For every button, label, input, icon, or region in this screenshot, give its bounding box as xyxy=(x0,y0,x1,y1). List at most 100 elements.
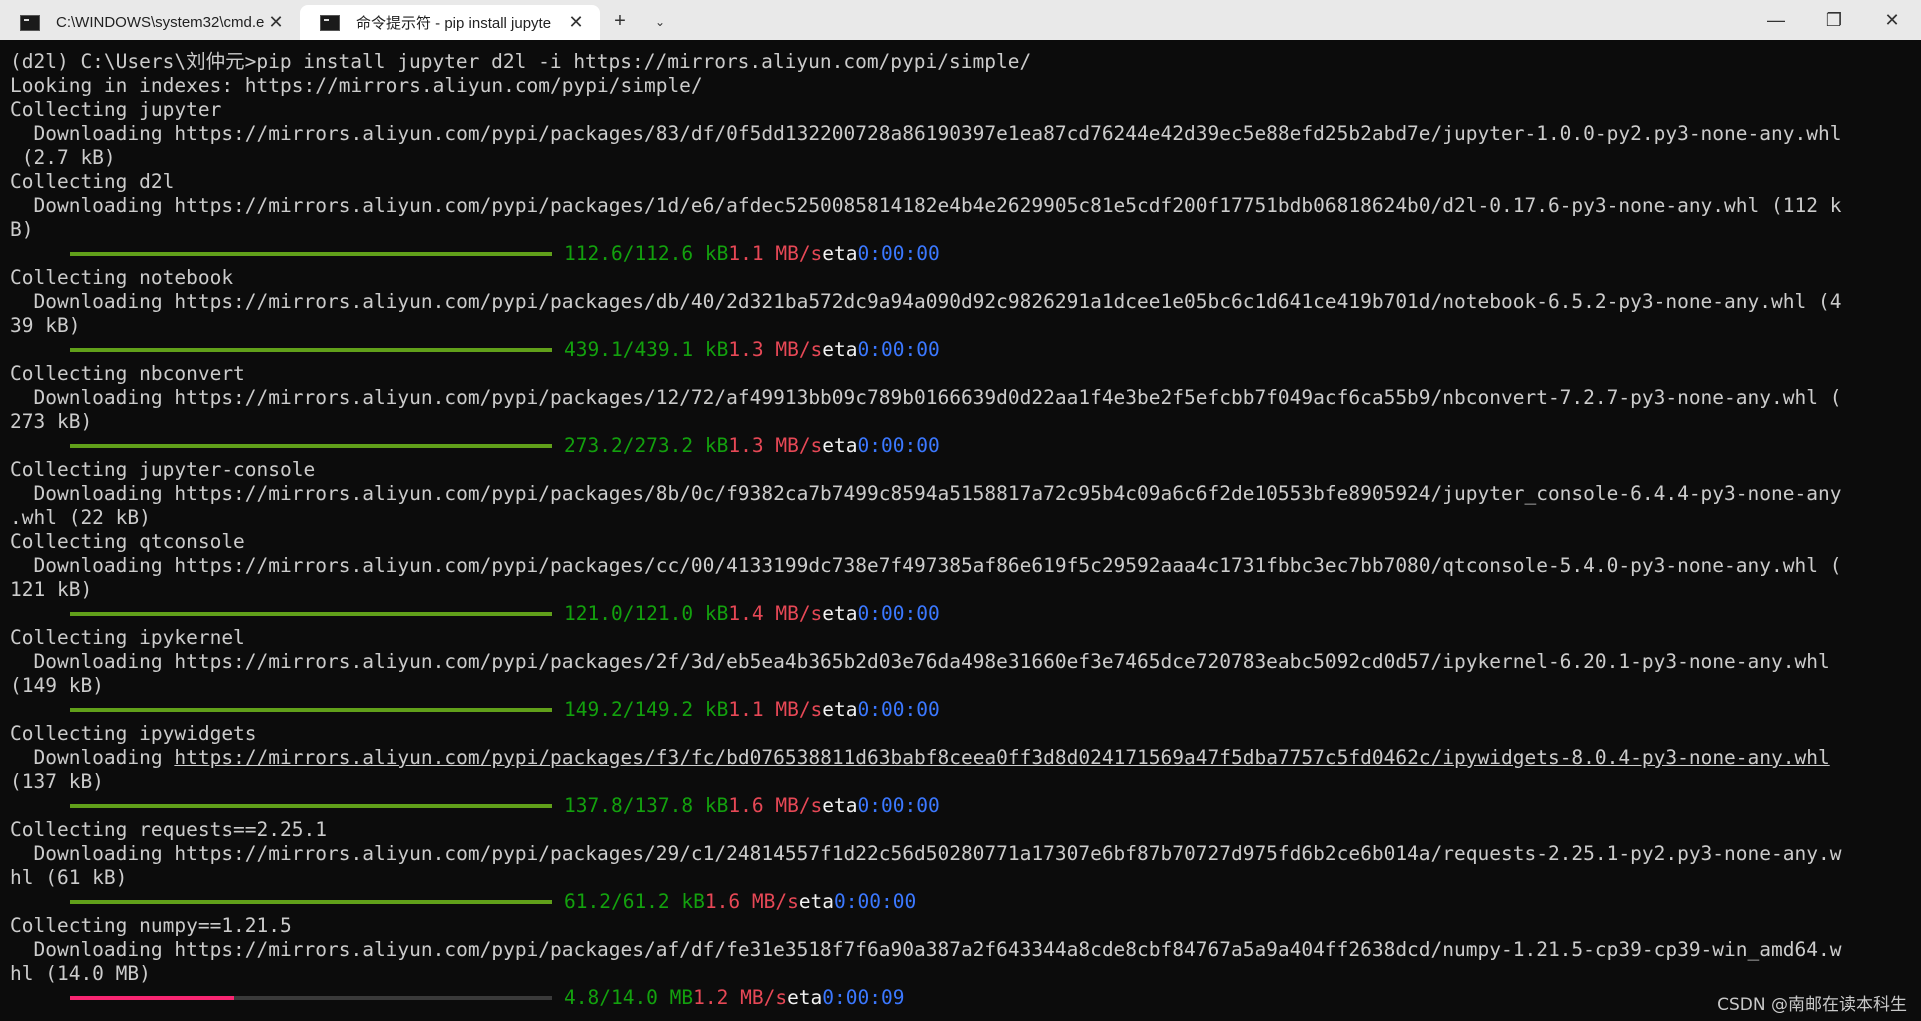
close-tab-icon[interactable]: ✕ xyxy=(264,12,288,33)
progress-line: 4.8/14.0 MB 1.2 MB/s eta 0:00:09 xyxy=(10,986,1841,1010)
terminal-line: (149 kB) xyxy=(10,674,104,697)
close-tab-icon[interactable]: ✕ xyxy=(564,12,588,33)
terminal-lines: (d2l) C:\Users\刘仲元>pip install jupyter d… xyxy=(10,50,1841,1010)
close-window-button[interactable]: ✕ xyxy=(1863,0,1921,40)
download-speed: 1.2 MB/s xyxy=(693,986,788,1009)
terminal-line: hl (14.0 MB) xyxy=(10,962,151,985)
progress-fill xyxy=(70,444,552,448)
progress-bar xyxy=(70,996,552,1000)
eta-label: eta xyxy=(822,794,858,817)
eta-value: 0:00:00 xyxy=(857,698,940,721)
terminal-line: Collecting d2l xyxy=(10,170,175,193)
progress-bar xyxy=(70,708,552,712)
terminal-line: (2.7 kB) xyxy=(10,146,116,169)
progress-fill xyxy=(70,348,552,352)
tab-title: 命令提示符 - pip install jupyte xyxy=(356,15,552,32)
terminal-line: .whl (22 kB) xyxy=(10,506,151,529)
terminal-line: 121 kB) xyxy=(10,578,93,601)
terminal-line: B) xyxy=(10,218,34,241)
progress-bar xyxy=(70,804,552,808)
terminal-line: Collecting requests==2.25.1 xyxy=(10,818,327,841)
tab-title: C:\WINDOWS\system32\cmd.e xyxy=(56,14,264,31)
eta-value: 0:00:00 xyxy=(857,794,940,817)
download-speed: 1.6 MB/s xyxy=(704,890,799,913)
eta-label: eta xyxy=(822,698,858,721)
terminal-line: Downloading https://mirrors.aliyun.com/p… xyxy=(10,482,1842,505)
download-speed: 1.4 MB/s xyxy=(728,602,823,625)
progress-line: 137.8/137.8 kB 1.6 MB/s eta 0:00:00 xyxy=(10,794,1841,818)
window-controls: — ❐ ✕ xyxy=(1747,0,1921,40)
watermark: CSDN @南邮在读本科生 xyxy=(1717,995,1907,1015)
download-speed: 1.1 MB/s xyxy=(728,698,823,721)
terminal-line: Downloading https://mirrors.aliyun.com/p… xyxy=(10,386,1842,409)
progress-line: 439.1/439.1 kB 1.3 MB/s eta 0:00:00 xyxy=(10,338,1841,362)
terminal-line: (d2l) C:\Users\刘仲元>pip install jupyter d… xyxy=(10,50,1032,73)
title-bar: C:\WINDOWS\system32\cmd.e ✕ 命令提示符 - pip … xyxy=(0,0,1921,40)
terminal-line: Collecting jupyter-console xyxy=(10,458,316,481)
terminal-line: Collecting qtconsole xyxy=(10,530,245,553)
download-size: 137.8/137.8 kB xyxy=(564,794,729,817)
terminal-output[interactable]: (d2l) C:\Users\刘仲元>pip install jupyter d… xyxy=(0,40,1921,1021)
terminal-line: Downloading https://mirrors.aliyun.com/p… xyxy=(10,290,1842,313)
progress-bar xyxy=(70,252,552,256)
download-speed: 1.3 MB/s xyxy=(728,338,823,361)
eta-label: eta xyxy=(822,338,858,361)
progress-bar xyxy=(70,612,552,616)
terminal-line: Downloading https://mirrors.aliyun.com/p… xyxy=(10,746,1841,770)
tab-cmd[interactable]: C:\WINDOWS\system32\cmd.e ✕ xyxy=(0,5,300,40)
terminal-line: Collecting nbconvert xyxy=(10,362,245,385)
eta-label: eta xyxy=(822,242,858,265)
terminal-line: Downloading https://mirrors.aliyun.com/p… xyxy=(10,938,1842,961)
progress-fill xyxy=(70,612,552,616)
terminal-line: 39 kB) xyxy=(10,314,81,337)
eta-value: 0:00:00 xyxy=(834,890,917,913)
eta-value: 0:00:00 xyxy=(857,602,940,625)
line-prefix: Downloading xyxy=(10,746,175,769)
download-size: 149.2/149.2 kB xyxy=(564,698,729,721)
progress-fill xyxy=(70,708,552,712)
download-speed: 1.6 MB/s xyxy=(728,794,823,817)
progress-fill xyxy=(70,252,552,256)
progress-fill xyxy=(70,996,234,1000)
progress-bar xyxy=(70,444,552,448)
download-size: 112.6/112.6 kB xyxy=(564,242,729,265)
download-speed: 1.1 MB/s xyxy=(728,242,823,265)
download-size: 61.2/61.2 kB xyxy=(564,890,705,913)
eta-label: eta xyxy=(822,434,858,457)
progress-line: 61.2/61.2 kB 1.6 MB/s eta 0:00:00 xyxy=(10,890,1841,914)
eta-label: eta xyxy=(787,986,823,1009)
scrollbar[interactable] xyxy=(1913,40,1921,1021)
terminal-line: Downloading https://mirrors.aliyun.com/p… xyxy=(10,194,1842,217)
terminal-icon xyxy=(20,14,40,31)
download-size: 439.1/439.1 kB xyxy=(564,338,729,361)
minimize-button[interactable]: — xyxy=(1747,0,1805,40)
terminal-line: Looking in indexes: https://mirrors.aliy… xyxy=(10,74,703,97)
download-size: 121.0/121.0 kB xyxy=(564,602,729,625)
eta-label: eta xyxy=(822,602,858,625)
terminal-line: Downloading https://mirrors.aliyun.com/p… xyxy=(10,122,1842,145)
download-size: 273.2/273.2 kB xyxy=(564,434,729,457)
new-tab-button[interactable]: + xyxy=(600,3,640,40)
progress-line: 121.0/121.0 kB 1.4 MB/s eta 0:00:00 xyxy=(10,602,1841,626)
tab-pip-install[interactable]: 命令提示符 - pip install jupyte ✕ xyxy=(300,5,600,40)
progress-line: 149.2/149.2 kB 1.1 MB/s eta 0:00:00 xyxy=(10,698,1841,722)
eta-value: 0:00:00 xyxy=(857,242,940,265)
eta-value: 0:00:09 xyxy=(822,986,905,1009)
progress-fill xyxy=(70,804,552,808)
download-speed: 1.3 MB/s xyxy=(728,434,823,457)
progress-fill xyxy=(70,900,552,904)
chevron-down-icon[interactable]: ⌄ xyxy=(640,3,680,40)
maximize-button[interactable]: ❐ xyxy=(1805,0,1863,40)
download-link[interactable]: https://mirrors.aliyun.com/pypi/packages… xyxy=(174,746,1829,770)
progress-bar xyxy=(70,348,552,352)
terminal-line: Downloading https://mirrors.aliyun.com/p… xyxy=(10,554,1842,577)
progress-line: 112.6/112.6 kB 1.1 MB/s eta 0:00:00 xyxy=(10,242,1841,266)
terminal-line: Collecting notebook xyxy=(10,266,234,289)
terminal-line: Collecting ipykernel xyxy=(10,626,245,649)
terminal-line: Collecting numpy==1.21.5 xyxy=(10,914,292,937)
eta-value: 0:00:00 xyxy=(857,338,940,361)
terminal-line: 273 kB) xyxy=(10,410,93,433)
eta-label: eta xyxy=(798,890,835,913)
terminal-line: Downloading https://mirrors.aliyun.com/p… xyxy=(10,842,1842,865)
terminal-line: Downloading https://mirrors.aliyun.com/p… xyxy=(10,650,1830,673)
